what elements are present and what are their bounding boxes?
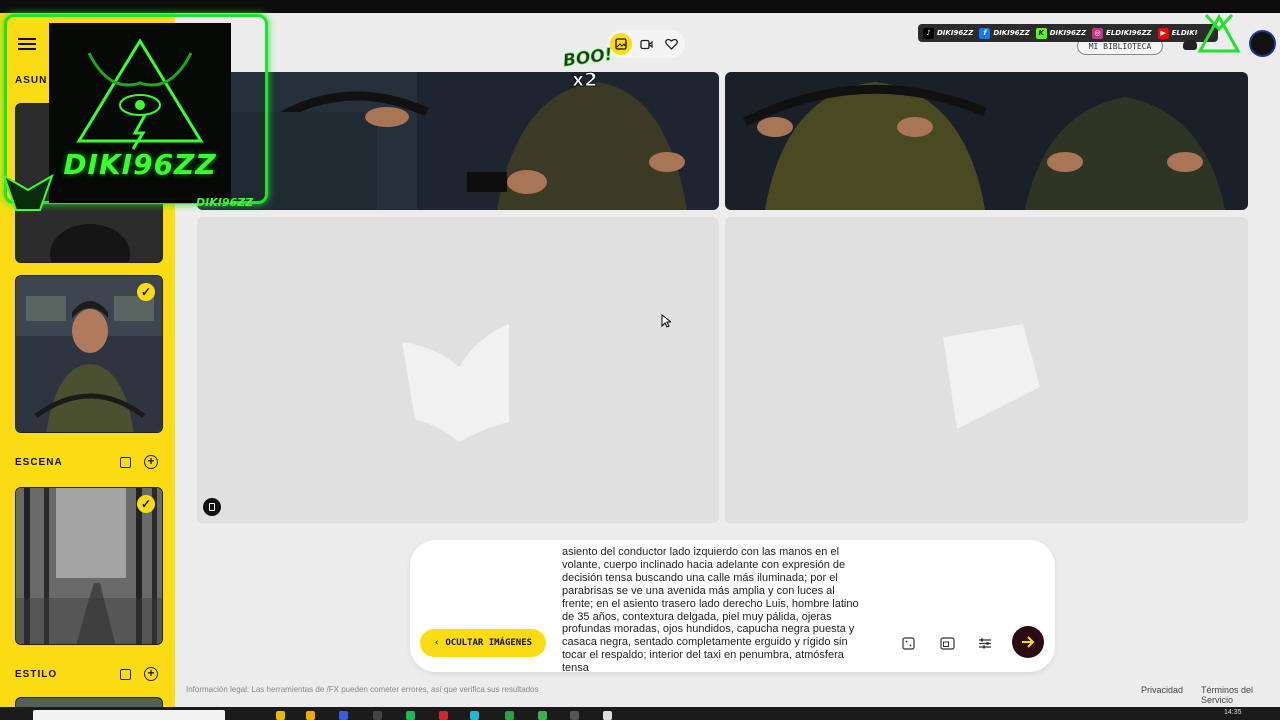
menu-icon[interactable]	[18, 35, 36, 51]
section-label-asunto: ASUN	[15, 75, 48, 86]
selected-check-icon: ✓	[137, 283, 155, 301]
hide-images-label: OCULTAR IMÁGENES	[445, 638, 533, 648]
social-label: ELDIKI	[1171, 29, 1198, 37]
selected-check-icon: ✓	[137, 495, 155, 513]
stop-generation-button[interactable]	[203, 498, 221, 516]
settings-sliders-icon[interactable]	[977, 635, 993, 651]
loading-shape-icon	[943, 324, 1040, 429]
random-dice-icon[interactable]	[900, 635, 916, 651]
add-scene-icon[interactable]: +	[144, 455, 158, 469]
subject-thumbnail-2[interactable]: ✓	[15, 275, 163, 433]
app-window: ASUN ✓ ESCENA + ✓ ESTILO + BOO! x2 MI BI…	[0, 13, 1280, 707]
taskbar-app-icon[interactable]	[373, 711, 382, 720]
taskbar-search[interactable]	[33, 710, 225, 720]
social-instagram: ◎ ELDIKI96ZZ	[1092, 27, 1152, 39]
taskbar-app-icon[interactable]	[406, 711, 415, 720]
social-tiktok: ♪ DIKI96ZZ	[923, 27, 974, 39]
prompt-input[interactable]: asiento del conductor lado izquierdo con…	[562, 546, 867, 672]
arrow-right-icon	[1022, 636, 1035, 648]
generated-image-2[interactable]	[725, 72, 1248, 210]
social-label: DIKI96ZZ	[937, 29, 974, 37]
sidebar: ASUN ✓ ESCENA + ✓ ESTILO +	[0, 13, 175, 707]
video-mode-icon[interactable]	[635, 33, 657, 55]
image-placeholder-1	[197, 217, 719, 523]
streamer-tag: DIKI96ZZ	[196, 196, 254, 209]
privacy-link[interactable]: Privacidad	[1141, 685, 1183, 695]
social-kick: K DIKI96ZZ	[1035, 27, 1087, 39]
social-label: ELDIKI96ZZ	[1106, 29, 1152, 37]
hide-images-button[interactable]: ‹ OCULTAR IMÁGENES	[420, 629, 546, 657]
taskbar-app-icon[interactable]	[439, 711, 448, 720]
taskbar-app-icon[interactable]	[570, 711, 579, 720]
mouse-cursor-icon	[661, 314, 671, 328]
send-button[interactable]	[1012, 626, 1044, 658]
car-interior-image-2	[725, 72, 1248, 210]
scene-thumbnail[interactable]: ✓	[15, 487, 163, 645]
boo-overlay-text: BOO!	[561, 44, 615, 72]
boo-multiplier-text: x2	[571, 69, 598, 92]
taskbar-app-icon[interactable]	[470, 711, 479, 720]
car-interior-image-1	[197, 72, 719, 210]
social-links-bar: ♪ DIKI96ZZ f DIKI96ZZ K DIKI96ZZ ◎ ELDIKI96Z…	[918, 24, 1218, 42]
discord-icon	[1183, 40, 1197, 50]
section-label-escena: ESCENA	[15, 457, 63, 468]
social-label: DIKI96ZZ	[993, 29, 1030, 37]
generated-image-1[interactable]	[197, 72, 719, 210]
instagram-icon: ◎	[1092, 27, 1104, 39]
kick-icon: K	[1035, 27, 1047, 39]
taskbar-app-icon[interactable]	[505, 711, 514, 720]
prompt-box: asiento del conductor lado izquierdo con…	[410, 540, 1055, 672]
tiktok-icon: ♪	[923, 27, 934, 39]
chevron-left-icon: ‹	[433, 638, 440, 648]
taskbar-app-icon[interactable]	[339, 711, 348, 720]
taskbar-app-icon[interactable]	[276, 711, 285, 720]
taskbar-clock: 14:35	[1224, 709, 1242, 716]
user-avatar[interactable]	[1249, 30, 1276, 57]
aspect-ratio-icon[interactable]	[939, 635, 955, 651]
social-youtube: ▶ ELDIKI	[1157, 27, 1198, 39]
green-triangle-logo-icon	[1197, 13, 1241, 53]
loading-shape-icon	[402, 324, 509, 442]
image-mode-icon[interactable]	[610, 33, 632, 55]
social-label: DIKI96ZZ	[1049, 29, 1087, 37]
favorites-heart-icon[interactable]	[660, 33, 682, 55]
legal-notice: Información legal: Las herramientas de /…	[186, 685, 539, 694]
image-placeholder-2	[725, 217, 1248, 523]
green-creature-icon	[2, 173, 54, 211]
social-facebook: f DIKI96ZZ	[979, 27, 1030, 39]
add-style-icon[interactable]: +	[144, 667, 158, 681]
terms-link[interactable]: Términos del Servicio	[1201, 685, 1280, 705]
mode-switcher	[607, 30, 685, 58]
section-label-estilo: ESTILO	[15, 669, 58, 680]
youtube-icon: ▶	[1157, 27, 1169, 39]
screen-top-bar	[0, 0, 1280, 13]
os-taskbar: 14:35	[0, 707, 1280, 720]
style-thumbnail[interactable]	[15, 697, 163, 707]
random-dice-icon[interactable]	[118, 455, 132, 469]
facebook-icon: f	[979, 27, 991, 39]
taskbar-app-icon[interactable]	[538, 711, 547, 720]
random-dice-icon[interactable]	[118, 667, 132, 681]
taskbar-app-icon[interactable]	[603, 711, 612, 720]
taskbar-app-icon[interactable]	[306, 711, 315, 720]
